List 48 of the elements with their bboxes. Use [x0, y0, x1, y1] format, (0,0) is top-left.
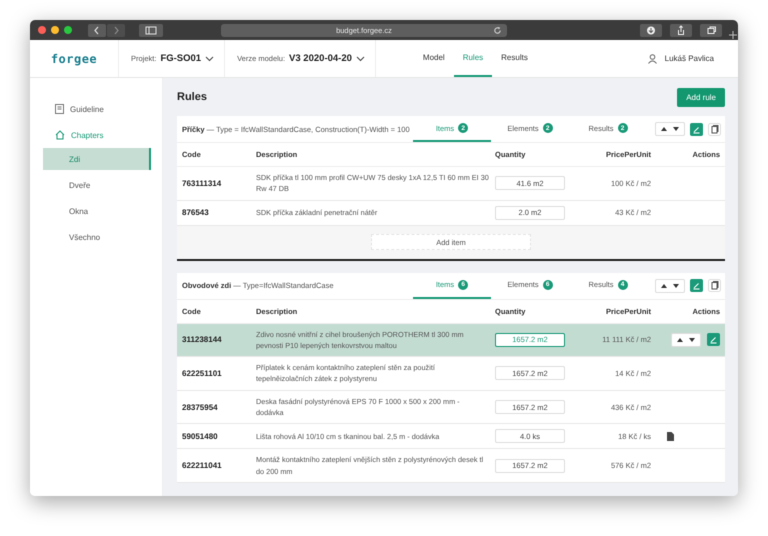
user-name[interactable]: Lukáš Pavlica [664, 54, 714, 63]
maximize-icon[interactable] [64, 26, 72, 34]
share-icon[interactable] [670, 24, 692, 36]
item-code: 311238144 [182, 335, 223, 344]
up-arrow-icon[interactable] [660, 282, 668, 289]
chapter-item[interactable]: Všechno [43, 226, 151, 248]
book-icon [55, 104, 64, 114]
chevron-down-icon [356, 56, 365, 62]
reorder-buttons[interactable] [655, 278, 685, 293]
back-icon[interactable] [88, 24, 106, 36]
item-code: 622251101 [182, 368, 223, 378]
tabs-icon[interactable] [700, 24, 722, 36]
reorder-buttons[interactable] [655, 122, 685, 136]
copy-icon[interactable] [708, 122, 721, 136]
down-arrow-icon[interactable] [688, 336, 696, 343]
item-code: 59051480 [182, 432, 219, 441]
chevron-down-icon [205, 56, 214, 62]
item-code: 28375954 [182, 402, 219, 412]
page-title: Rules [177, 91, 207, 103]
up-arrow-icon[interactable] [660, 126, 668, 132]
home-icon [55, 130, 65, 140]
reorder-buttons[interactable] [671, 332, 701, 347]
down-arrow-icon[interactable] [672, 282, 680, 289]
logo[interactable]: forgee [50, 52, 98, 66]
sidebar-item[interactable]: Guideline [30, 96, 162, 122]
edit-icon[interactable] [707, 333, 720, 346]
document-icon[interactable] [667, 432, 674, 441]
chapter-item[interactable]: Dveře [43, 174, 151, 196]
copy-icon[interactable] [708, 279, 721, 292]
reload-icon[interactable] [493, 26, 502, 34]
sidebar-toggle-icon[interactable] [139, 24, 163, 36]
item-code: 763111314 [182, 178, 222, 188]
close-icon[interactable] [38, 26, 46, 34]
minimize-icon[interactable] [51, 26, 59, 34]
edit-icon[interactable] [690, 279, 703, 292]
item-code: 876543 [182, 208, 210, 218]
user-icon [648, 54, 657, 64]
add-rule-button[interactable]: Add rule [677, 88, 725, 106]
edit-icon[interactable] [690, 122, 703, 136]
sidebar-item[interactable]: Chapters [30, 122, 162, 148]
nav-tab[interactable]: Results [492, 40, 537, 77]
item-code: 622211041 [182, 461, 223, 470]
up-arrow-icon[interactable] [676, 336, 684, 343]
download-icon[interactable] [640, 24, 662, 36]
chapter-item[interactable]: Okna [43, 200, 151, 222]
new-tab-icon[interactable] [729, 31, 737, 39]
nav-tab[interactable]: Model [414, 40, 454, 77]
down-arrow-icon[interactable] [672, 126, 680, 132]
